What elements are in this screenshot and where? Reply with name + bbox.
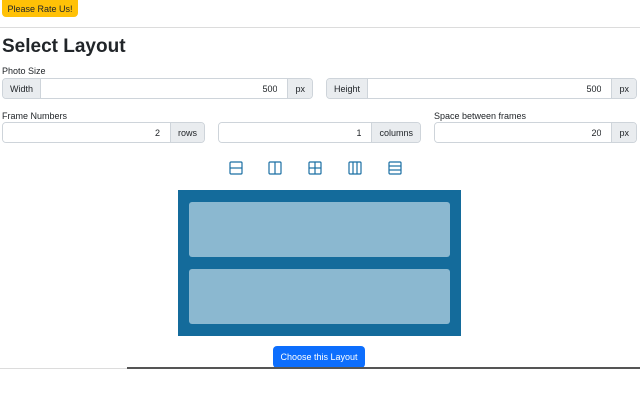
width-input-group: Width px: [2, 78, 313, 99]
height-input-group: Height px: [326, 78, 637, 99]
layout-columns-3-icon[interactable]: [348, 161, 362, 175]
preview-frame: [189, 269, 450, 324]
spacing-input-group: px: [434, 122, 637, 143]
width-input[interactable]: [41, 79, 288, 98]
layout-preview: [178, 190, 461, 336]
height-input[interactable]: [368, 79, 612, 98]
rows-unit: rows: [169, 123, 204, 142]
spacing-unit: px: [611, 123, 636, 142]
height-label: Height: [327, 79, 369, 98]
spacing-label: Space between frames: [434, 111, 527, 121]
width-unit: px: [287, 79, 312, 98]
layout-rows-3-icon[interactable]: [388, 161, 402, 175]
spacing-input[interactable]: [435, 123, 612, 142]
bottom-divider-dark: [127, 367, 640, 369]
layout-options: [0, 161, 640, 177]
page-title: Select Layout: [2, 36, 126, 57]
preview-frame: [189, 202, 450, 257]
layout-columns-2-icon[interactable]: [268, 161, 282, 175]
photo-size-label: Photo Size: [2, 66, 46, 76]
layout-rows-2-icon[interactable]: [229, 161, 243, 175]
rate-us-button[interactable]: Please Rate Us!: [2, 0, 78, 17]
columns-input[interactable]: [219, 123, 372, 142]
columns-unit: columns: [371, 123, 420, 142]
columns-input-group: columns: [218, 122, 421, 143]
frame-numbers-label: Frame Numbers: [2, 111, 68, 121]
choose-layout-button[interactable]: Choose this Layout: [273, 346, 365, 368]
height-unit: px: [611, 79, 636, 98]
layout-grid-2x2-icon[interactable]: [308, 161, 322, 175]
top-divider: [0, 27, 640, 28]
rows-input[interactable]: [3, 123, 170, 142]
rows-input-group: rows: [2, 122, 205, 143]
width-label: Width: [3, 79, 42, 98]
bottom-divider: [0, 368, 127, 369]
